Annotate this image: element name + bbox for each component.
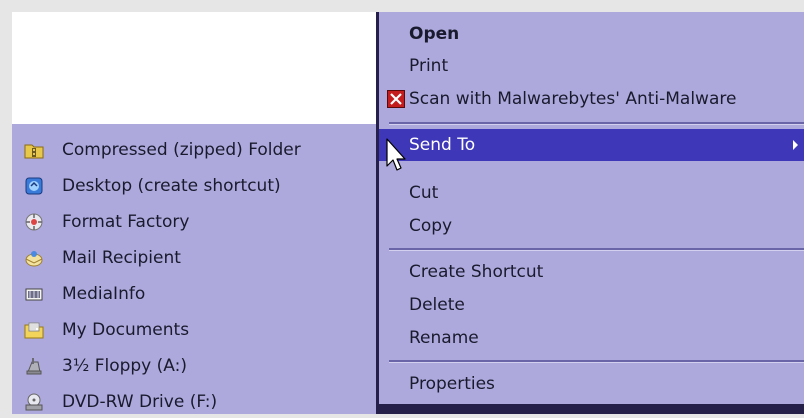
desktop-icon	[24, 176, 44, 196]
submenu-arrow-icon	[793, 140, 798, 150]
submenu-item-label: Format Factory	[62, 212, 190, 232]
malwarebytes-icon	[387, 90, 405, 108]
submenu-item-format-factory[interactable]: Format Factory	[12, 206, 376, 238]
menu-bottom-edge	[379, 404, 804, 414]
submenu-item-label: DVD-RW Drive (F:)	[62, 392, 218, 412]
submenu-item-mail-recipient[interactable]: Mail Recipient	[12, 242, 376, 274]
menu-item-label: Scan with Malwarebytes' Anti-Malware	[409, 89, 737, 109]
submenu-item-dvd-drive[interactable]: DVD-RW Drive (F:)	[12, 386, 376, 418]
menu-item-cut[interactable]: Cut	[379, 177, 804, 209]
menu-item-create-shortcut[interactable]: Create Shortcut	[379, 256, 804, 288]
menu-item-label: Send To	[409, 135, 476, 155]
menu-separator	[389, 248, 804, 251]
submenu-item-label: Mail Recipient	[62, 248, 181, 268]
menu-item-delete[interactable]: Delete	[379, 289, 804, 321]
menu-separator	[389, 122, 804, 125]
my-documents-icon	[24, 320, 44, 340]
submenu-item-desktop[interactable]: Desktop (create shortcut)	[12, 170, 376, 202]
submenu-item-mediainfo[interactable]: MediaInfo	[12, 278, 376, 310]
mouse-pointer-icon	[386, 138, 410, 176]
zip-folder-icon	[24, 140, 44, 160]
menu-separator	[389, 360, 804, 363]
submenu-item-my-documents[interactable]: My Documents	[12, 314, 376, 346]
desktop-background	[12, 12, 378, 124]
floppy-icon	[24, 356, 44, 376]
submenu-item-label: Desktop (create shortcut)	[62, 176, 281, 196]
format-factory-icon	[24, 212, 44, 232]
menu-item-open[interactable]: Open	[379, 18, 804, 50]
submenu-item-label: My Documents	[62, 320, 190, 340]
menu-item-properties[interactable]: Properties	[379, 368, 804, 400]
menu-item-rename[interactable]: Rename	[379, 322, 804, 354]
mail-icon	[24, 248, 44, 268]
submenu-item-compressed-folder[interactable]: Compressed (zipped) Folder	[12, 134, 376, 166]
menu-item-scan-malwarebytes[interactable]: Scan with Malwarebytes' Anti-Malware	[379, 83, 804, 115]
menu-item-send-to[interactable]: Send To	[379, 129, 804, 161]
send-to-submenu: Compressed (zipped) Folder Desktop (crea…	[12, 124, 376, 414]
context-menu: Open Print Scan with Malwarebytes' Anti-…	[376, 12, 804, 414]
mediainfo-icon	[24, 284, 44, 304]
dvd-drive-icon	[24, 392, 44, 412]
submenu-item-floppy[interactable]: 3½ Floppy (A:)	[12, 350, 376, 382]
submenu-item-label: Compressed (zipped) Folder	[62, 140, 301, 160]
submenu-item-label: 3½ Floppy (A:)	[62, 356, 187, 376]
submenu-item-label: MediaInfo	[62, 284, 146, 304]
menu-item-copy[interactable]: Copy	[379, 210, 804, 242]
menu-item-print[interactable]: Print	[379, 50, 804, 82]
